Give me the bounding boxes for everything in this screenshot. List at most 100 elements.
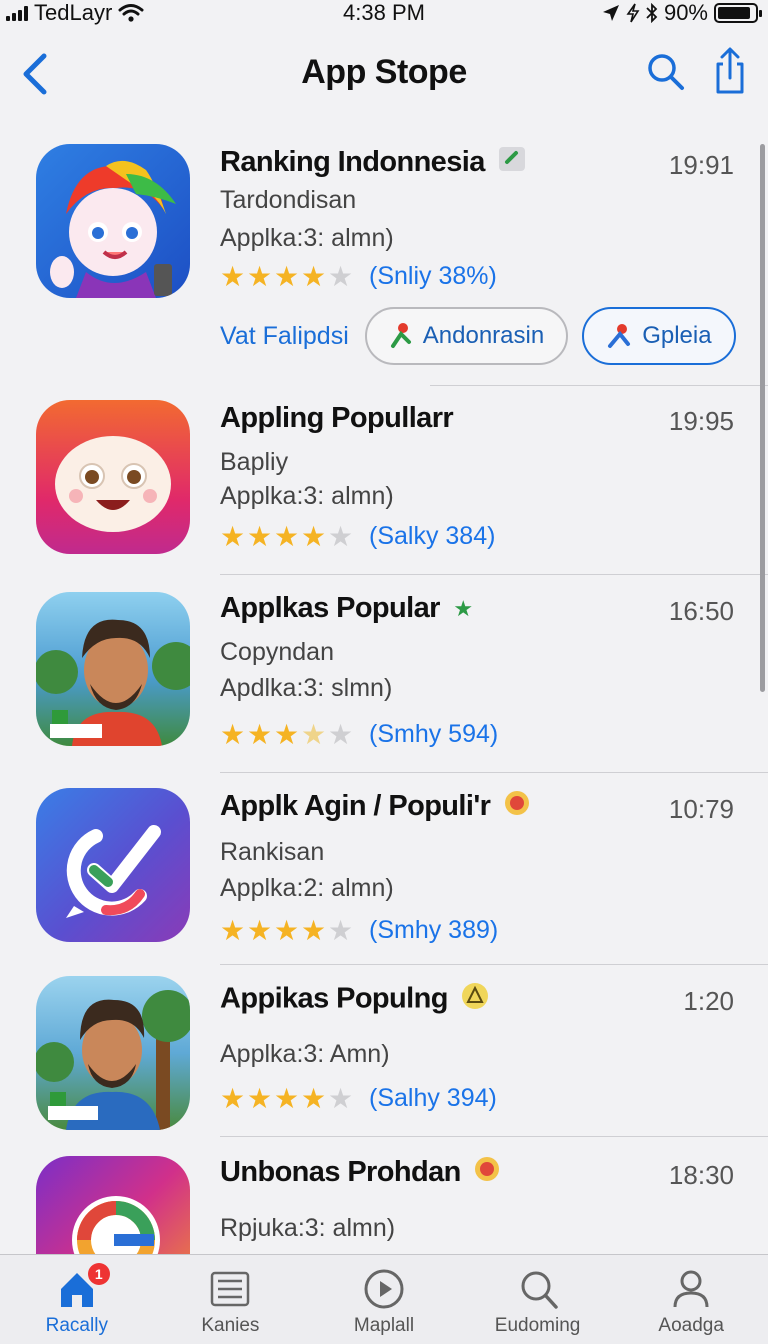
app-icon-cartoon-girl[interactable] [36,144,190,298]
rating-count: (Smhy 594) [369,720,499,748]
app-icon-colorful-ring[interactable] [36,1156,190,1255]
app-name: Unbonas Prohdan [220,1156,500,1190]
app-list: Ranking Indonnesia 19:91 Tardondisan App… [0,130,768,1255]
notification-badge: 1 [87,1263,110,1285]
carrier-name: TedLayr [34,0,113,25]
app-name: Applk Agin / Populi'r [220,790,530,824]
pill-label-2: Gpleia [642,322,712,349]
app-subtitle: Applka:3: almn) [220,224,394,252]
app-name-text: Unbonas Prohdan [220,1156,461,1188]
tab-label: Racally [45,1315,108,1336]
app-subtitle: Applka:3: Amn) [220,1040,390,1068]
star-rating: ★ ★ ★ ★ ★ (Salhy 394) [220,1084,497,1113]
app-icon-chat-check[interactable] [36,788,190,942]
divider [220,964,768,965]
star-icon: ★ [301,914,327,946]
tab-racally[interactable]: 1 Racally [2,1255,152,1337]
colorful-ring-icon [72,1196,160,1255]
figure-icon [608,324,631,348]
star-icon: ★ [247,1082,273,1114]
app-subtitle: Rpjuka:3: almn) [220,1214,396,1242]
person-icon [673,1270,709,1308]
pill-button-2[interactable]: Gpleia [582,307,736,365]
star-rating: ★ ★ ★ ★ ★ (Salky 384) [220,522,495,551]
chat-check-icon [66,825,161,918]
check-badge-icon [498,146,526,180]
app-name: Applkas Popular ★ [220,592,473,625]
star-rating: ★ ★ ★ ★ ★ (Smhy 594) [220,720,498,749]
tab-label: Aoadga [658,1315,724,1336]
search-icon [648,54,684,90]
wifi-icon [118,4,144,22]
app-category: Rankisan [220,838,325,866]
star-rating: ★ ★ ★ ★ ★ (Smhy 389) [220,916,498,945]
list-item[interactable]: Ranking Indonnesia 19:91 Tardondisan App… [0,130,768,386]
list-item[interactable]: Unbonas Prohdan 18:30 Rpjuka:3: almn) [0,1138,768,1255]
app-icon-man-portrait-2[interactable] [36,976,190,1130]
star-icon: ★ [301,520,327,552]
app-icon-man-portrait[interactable] [36,592,190,746]
divider [220,574,768,575]
app-name: Ranking Indonnesia [220,146,526,180]
star-icon: ★ [274,260,300,292]
star-icon: ★ [328,260,354,292]
star-rating: ★ ★ ★ ★ ★ (Snliy 38%) [220,262,497,291]
app-time: 1:20 [683,986,734,1016]
battery-icon [714,3,762,23]
featured-actions: Vat Falipdsi Andonrasin Gpleia [220,306,736,366]
tab-kanies[interactable]: Kanies [155,1255,305,1337]
star-icon: ★ [247,718,273,750]
app-name-text: Appikas Populng [220,982,448,1015]
star-icon: ★ [247,520,273,552]
app-icon-smiley[interactable] [36,400,190,554]
app-category: Tardondisan [220,186,357,214]
search-button[interactable] [644,50,688,94]
list-item[interactable]: Appikas Populng 1:20 Applka:3: Amn) ★ ★ … [0,966,768,1138]
rating-count: (Smhy 389) [369,916,499,944]
star-icon: ★ [274,520,300,552]
app-subtitle: Apdlka:3: slmn) [220,674,393,702]
list-item[interactable]: Applkas Popular ★ 16:50 Copyndan Apdlka:… [0,576,768,774]
app-time: 18:30 [668,1160,734,1190]
cartoon-girl-icon [50,160,176,298]
list-item[interactable]: Applk Agin / Populi'r 10:79 Rankisan App… [0,774,768,966]
share-button[interactable] [708,46,752,96]
star-icon: ★ [328,718,354,750]
app-category: Copyndan [220,638,334,666]
list-item[interactable]: Appling Popullarr 19:95 Bapliy Applka:3:… [0,386,768,576]
status-left: TedLayr [6,0,144,26]
star-icon: ★ [328,914,354,946]
back-button[interactable] [16,48,56,96]
star-icon: ★ [274,1082,300,1114]
man-portrait-icon [36,990,190,1130]
tab-maplall[interactable]: Maplall [309,1255,459,1337]
tab-bar: 1 Racally Kanies Maplall Eudoming Aoadga [0,1254,768,1344]
app-name-text: Ranking Indonnesia [220,146,485,178]
star-icon: ★ [301,1082,327,1114]
star-icon: ★ [301,718,327,750]
share-icon [716,47,744,94]
star-icon: ★ [328,1082,354,1114]
star-icon: ★ [220,1082,246,1114]
tab-aoadga[interactable]: Aoadga [616,1255,766,1337]
tab-label: Eudoming [494,1315,581,1336]
featured-link[interactable]: Vat Falipdsi [220,322,349,351]
list-icon [211,1271,250,1307]
scroll-indicator[interactable] [760,144,765,692]
rating-count: (Snliy 38%) [369,262,497,290]
pill-label-1: Andonrasin [422,322,545,349]
location-arrow-icon [602,5,619,21]
star-icon: ★ [328,520,354,552]
rating-count: (Salhy 394) [369,1084,497,1112]
star-icon: ★ [220,520,246,552]
nav-bar: App Stope [0,40,768,104]
status-right: 90% [602,0,762,26]
pill-button-1[interactable]: Andonrasin [364,307,569,365]
divider [220,772,768,773]
app-name: Appling Popullarr [220,402,454,434]
app-name: Appikas Populng [220,982,489,1018]
tab-eudoming[interactable]: Eudoming [463,1255,613,1337]
star-icon: ★ [274,914,300,946]
star-icon: ★ [247,260,273,292]
status-bar: TedLayr 4:38 PM 90% [0,0,768,26]
